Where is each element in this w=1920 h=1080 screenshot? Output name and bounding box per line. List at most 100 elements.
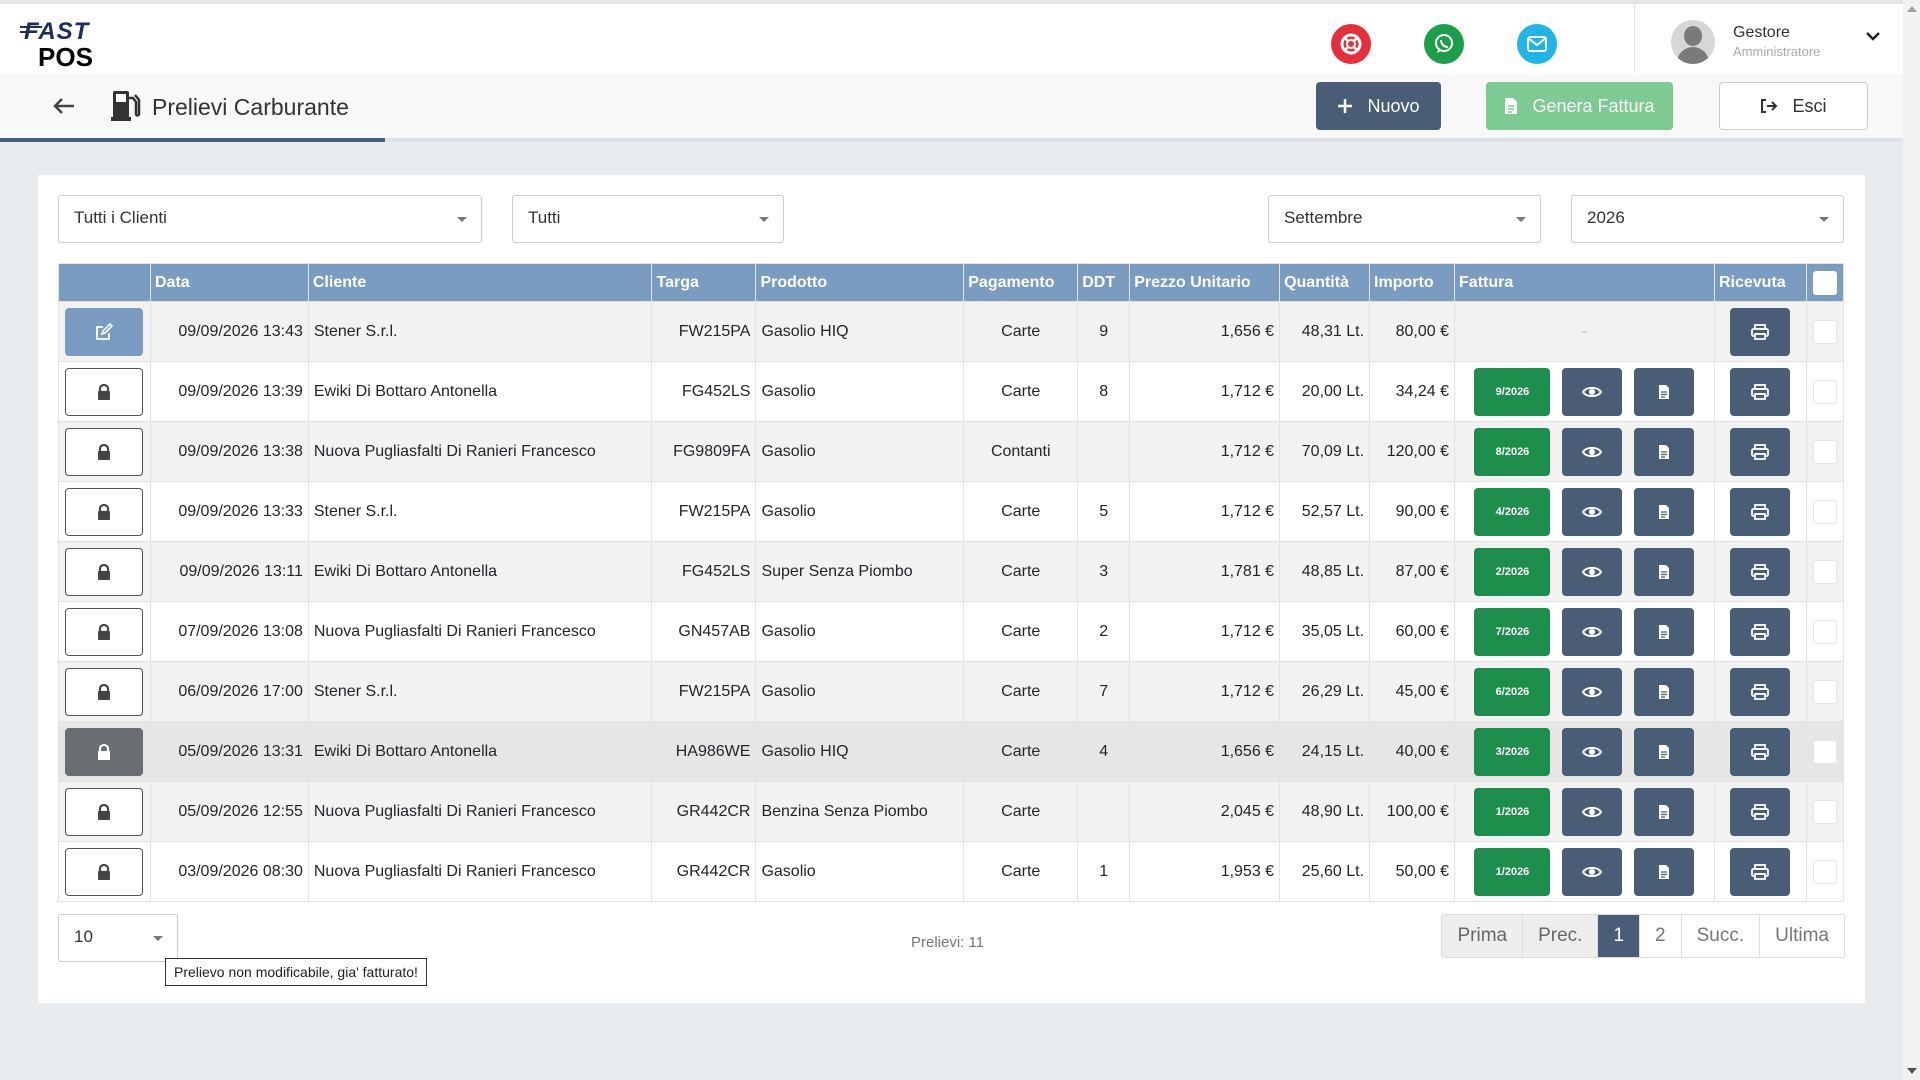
print-receipt-button[interactable] (1730, 727, 1791, 776)
generate-invoice-button[interactable]: Genera Fattura (1486, 82, 1673, 130)
back-arrow-icon[interactable] (52, 96, 76, 116)
row-checkbox[interactable] (1812, 679, 1837, 704)
invoice-number-badge[interactable]: 1/2026 (1474, 847, 1551, 896)
invoice-document-button[interactable] (1634, 367, 1695, 416)
view-invoice-button[interactable] (1562, 367, 1623, 416)
col-header-ddt[interactable]: DDT (1077, 263, 1131, 302)
type-filter-select[interactable]: Tutti (512, 195, 784, 243)
client-filter-select[interactable]: Tutti i Clienti (58, 195, 482, 243)
col-header-prezzo[interactable]: Prezzo Unitario (1129, 263, 1281, 302)
table-row[interactable]: 09/09/2026 13:38 Nuova Pugliasfalti Di Ra… (58, 421, 1845, 482)
locked-button[interactable] (65, 547, 144, 596)
view-invoice-button[interactable] (1562, 547, 1623, 596)
invoice-number-badge[interactable]: 7/2026 (1474, 607, 1551, 656)
print-receipt-button[interactable] (1730, 787, 1791, 836)
print-receipt-button[interactable] (1730, 487, 1791, 536)
chevron-down-icon[interactable] (1865, 30, 1881, 42)
invoice-number-badge[interactable]: 3/2026 (1474, 727, 1551, 776)
table-row[interactable]: 09/09/2026 13:43 Stener S.r.l. FW215PA Gaso… (58, 301, 1845, 362)
scroll-thumb[interactable] (1906, 20, 1917, 1060)
table-row[interactable]: 09/09/2026 13:11 Ewiki Di Bottaro Antonel… (58, 541, 1845, 602)
scroll-up-arrow[interactable] (1907, 6, 1917, 12)
view-invoice-button[interactable] (1562, 787, 1623, 836)
row-checkbox[interactable] (1812, 859, 1837, 884)
col-header-pagamento[interactable]: Pagamento (963, 263, 1079, 302)
view-invoice-button[interactable] (1562, 487, 1623, 536)
invoice-number-badge[interactable]: 2/2026 (1474, 547, 1551, 596)
locked-button[interactable] (65, 787, 144, 836)
pager-last[interactable]: Ultima (1760, 915, 1844, 957)
print-receipt-button[interactable] (1730, 307, 1791, 356)
table-row[interactable]: 05/09/2026 12:55 Nuova Pugliasfalti Di Ra… (58, 781, 1845, 842)
col-header-data[interactable]: Data (149, 263, 309, 302)
col-header-targa[interactable]: Targa (651, 263, 757, 302)
col-header-ricevuta[interactable]: Ricevuta (1713, 263, 1807, 302)
edit-button[interactable] (65, 307, 144, 356)
view-invoice-button[interactable] (1562, 847, 1623, 896)
row-checkbox[interactable] (1812, 499, 1837, 524)
pager-first[interactable]: Prima (1442, 915, 1524, 957)
locked-button[interactable] (65, 667, 144, 716)
locked-button[interactable] (65, 487, 144, 536)
page-scrollbar[interactable] (1903, 0, 1920, 1080)
invoice-number-badge[interactable]: 1/2026 (1474, 787, 1551, 836)
col-header-cliente[interactable]: Cliente (307, 263, 653, 302)
locked-button[interactable] (65, 367, 144, 416)
print-receipt-button[interactable] (1730, 847, 1791, 896)
view-invoice-button[interactable] (1562, 727, 1623, 776)
invoice-number-badge[interactable]: 8/2026 (1474, 427, 1551, 476)
print-receipt-button[interactable] (1730, 427, 1791, 476)
invoice-number-badge[interactable]: 4/2026 (1474, 487, 1551, 536)
view-invoice-button[interactable] (1562, 607, 1623, 656)
print-receipt-button[interactable] (1730, 547, 1791, 596)
support-button[interactable] (1331, 24, 1371, 64)
col-header-importo[interactable]: Importo (1369, 263, 1456, 302)
month-filter-select[interactable]: Settembre (1268, 195, 1541, 243)
new-button[interactable]: Nuovo (1316, 82, 1441, 130)
table-row[interactable]: 06/09/2026 17:00 Stener S.r.l. FW215PA Gaso… (58, 661, 1845, 722)
col-header-prodotto[interactable]: Prodotto (755, 263, 965, 302)
locked-button[interactable] (65, 847, 144, 896)
page-size-select[interactable]: 10 (58, 914, 178, 962)
invoice-document-button[interactable] (1634, 607, 1695, 656)
view-invoice-button[interactable] (1562, 427, 1623, 476)
col-header-quantita[interactable]: Quantità (1279, 263, 1371, 302)
invoice-document-button[interactable] (1634, 727, 1695, 776)
row-checkbox[interactable] (1812, 439, 1837, 464)
print-receipt-button[interactable] (1730, 367, 1791, 416)
row-checkbox[interactable] (1812, 799, 1837, 824)
pager-page-1[interactable]: 1 (1598, 915, 1641, 957)
print-receipt-button[interactable] (1730, 667, 1791, 716)
view-invoice-button[interactable] (1562, 667, 1623, 716)
invoice-document-button[interactable] (1634, 547, 1695, 596)
mail-button[interactable] (1517, 24, 1557, 64)
col-header-fattura[interactable]: Fattura (1454, 263, 1715, 302)
row-checkbox[interactable] (1812, 619, 1837, 644)
invoice-number-badge[interactable]: 6/2026 (1474, 667, 1551, 716)
row-checkbox[interactable] (1812, 379, 1837, 404)
pager-prev[interactable]: Prec. (1523, 915, 1599, 957)
invoice-document-button[interactable] (1634, 667, 1695, 716)
locked-button[interactable] (65, 427, 144, 476)
whatsapp-button[interactable] (1424, 24, 1464, 64)
invoice-document-button[interactable] (1634, 487, 1695, 536)
locked-button[interactable] (65, 607, 144, 656)
invoice-document-button[interactable] (1634, 787, 1695, 836)
table-row[interactable]: 09/09/2026 13:33 Stener S.r.l. FW215PA Gaso… (58, 481, 1845, 542)
invoice-number-badge[interactable]: 9/2026 (1474, 367, 1551, 416)
table-row[interactable]: 05/09/2026 13:31 Ewiki Di Bottaro Antonel… (58, 721, 1845, 782)
fastpos-logo[interactable]: FAST POS (20, 18, 110, 72)
col-header-select-all[interactable] (1805, 263, 1845, 302)
print-receipt-button[interactable] (1730, 607, 1791, 656)
row-checkbox[interactable] (1812, 739, 1837, 764)
select-all-checkbox[interactable] (1812, 270, 1837, 295)
row-checkbox[interactable] (1812, 319, 1837, 344)
table-row[interactable]: 09/09/2026 13:39 Ewiki Di Bottaro Antonel… (58, 361, 1845, 422)
pager-page-2[interactable]: 2 (1640, 915, 1682, 957)
locked-button[interactable] (65, 727, 144, 776)
user-menu[interactable]: Gestore Amministratore (1634, 4, 1904, 78)
scroll-down-arrow[interactable] (1907, 1068, 1917, 1074)
table-row[interactable]: 03/09/2026 08:30 Nuova Pugliasfalti Di Ra… (58, 841, 1845, 902)
exit-button[interactable]: Esci (1719, 82, 1868, 130)
year-filter-select[interactable]: 2026 (1571, 195, 1844, 243)
